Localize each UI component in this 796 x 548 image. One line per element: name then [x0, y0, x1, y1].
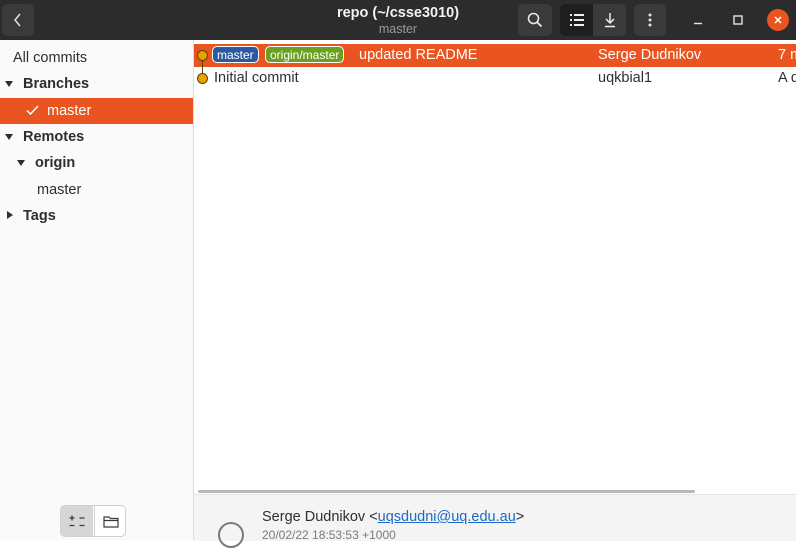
commit-date: A d: [778, 70, 796, 86]
commit-row[interactable]: Initial commit uqkbial1 A d: [194, 67, 796, 90]
expand-triangle-icon[interactable]: [5, 134, 13, 140]
author-email-suffix: >: [515, 509, 525, 525]
sidebar-item-label: All commits: [13, 50, 88, 66]
commit-author: uqkbial1: [598, 70, 653, 86]
history-view-button[interactable]: [560, 4, 593, 36]
minimize-icon: [694, 22, 702, 25]
window-title: repo (~/csse3010): [336, 5, 460, 21]
sidebar-section-branches[interactable]: Branches: [0, 71, 193, 97]
maximize-icon: [733, 15, 743, 25]
vertical-dots-icon: [648, 13, 652, 27]
commit-details-pane: Serge Dudnikov <uqsdudni@uq.edu.au> 20/0…: [194, 494, 796, 548]
commit-details-author: Serge Dudnikov <uqsdudni@uq.edu.au>: [262, 509, 524, 525]
files-mode-button[interactable]: [94, 506, 125, 536]
ref-badge-remote[interactable]: origin/master: [265, 46, 345, 63]
window-title-block: repo (~/csse3010) master: [300, 4, 496, 36]
view-mode-switcher: [560, 4, 626, 36]
expand-triangle-icon[interactable]: [5, 81, 13, 87]
author-name: Serge Dudnikov <: [262, 509, 378, 525]
commit-row[interactable]: master origin/master updated README Serg…: [194, 44, 796, 82]
author-email-link[interactable]: uqsdudni@uq.edu.au: [378, 509, 516, 525]
sidebar-mode-switcher: [60, 505, 126, 537]
horizontal-scrollbar[interactable]: [198, 490, 695, 493]
diff-mode-button[interactable]: [61, 506, 93, 536]
checkmark-icon: [26, 105, 39, 116]
back-button[interactable]: [2, 4, 34, 36]
avatar: [218, 522, 244, 548]
sidebar-section-label: Branches: [23, 76, 90, 92]
commit-message: Initial commit: [214, 70, 299, 86]
sidebar-item-label: master: [37, 182, 82, 198]
sidebar-section-label: Tags: [23, 208, 56, 224]
folder-icon: [103, 515, 119, 528]
maximize-button[interactable]: [727, 9, 749, 31]
expand-triangle-icon[interactable]: [17, 160, 25, 166]
sidebar-section-tags[interactable]: Tags: [0, 203, 193, 229]
search-icon: [527, 12, 543, 28]
commit-node-icon: [197, 73, 208, 84]
ref-badge-local[interactable]: master: [212, 46, 259, 63]
search-button[interactable]: [518, 4, 552, 36]
commit-list: master origin/master updated README Serg…: [194, 44, 796, 492]
sidebar-item-branch-master[interactable]: master: [0, 98, 193, 124]
commit-date: 7 m: [778, 47, 796, 63]
sidebar-item-label: origin: [35, 155, 76, 171]
close-icon: [774, 16, 782, 24]
commit-author: Serge Dudnikov: [598, 47, 702, 63]
list-view-icon: [569, 14, 584, 26]
sidebar: All commits Branches master Remotes orig…: [0, 40, 194, 540]
sidebar-item-remote-branch-master[interactable]: master: [0, 177, 193, 203]
title-bar: repo (~/csse3010) master: [0, 0, 796, 40]
sidebar-section-label: Remotes: [23, 129, 85, 145]
collapse-triangle-icon[interactable]: [7, 211, 13, 219]
commit-message: updated README: [359, 47, 478, 63]
window-subtitle: master: [378, 22, 418, 36]
pull-button[interactable]: [593, 4, 626, 36]
back-chevron-icon: [13, 13, 21, 27]
close-button[interactable]: [767, 9, 789, 31]
diff-mode-icon: [69, 515, 85, 527]
main-menu-button[interactable]: [634, 4, 666, 36]
sidebar-item-all-commits[interactable]: All commits: [0, 45, 193, 71]
sidebar-item-remote-origin[interactable]: origin: [0, 150, 193, 176]
sidebar-item-label: master: [47, 103, 92, 119]
download-arrow-icon: [604, 13, 615, 28]
minimize-button[interactable]: [687, 9, 709, 31]
sidebar-section-remotes[interactable]: Remotes: [0, 124, 193, 150]
